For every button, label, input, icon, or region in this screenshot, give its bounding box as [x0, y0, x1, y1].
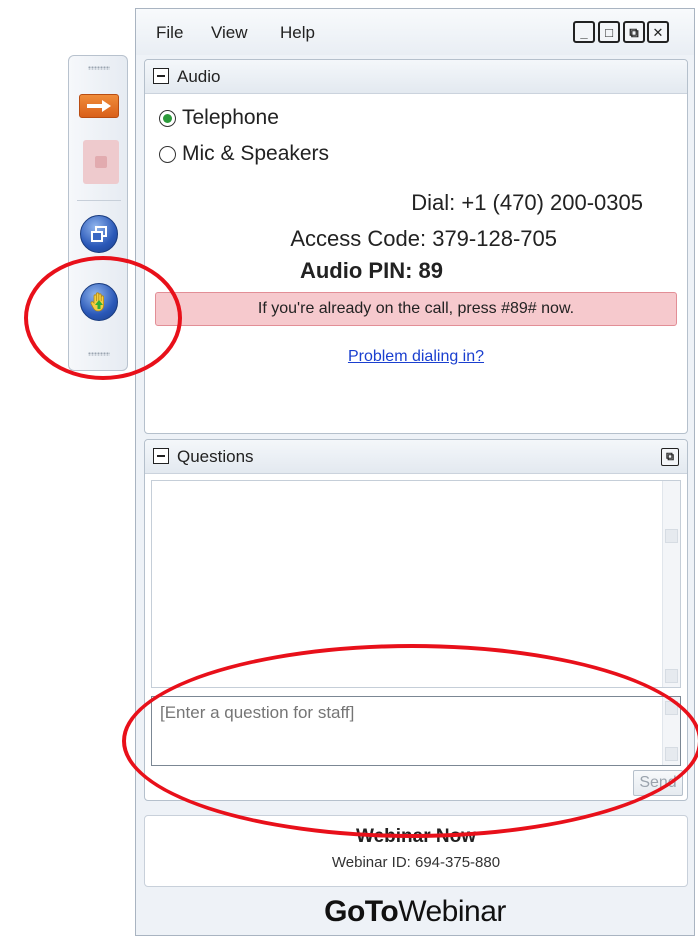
mute-button[interactable]: [83, 140, 119, 184]
minimize-icon: _: [580, 24, 588, 40]
problem-dialing-link[interactable]: Problem dialing in?: [145, 348, 687, 366]
webinar-id: Webinar ID: 694-375-880: [331, 854, 501, 871]
screen-view-button[interactable]: [80, 215, 118, 253]
strip-divider: [77, 200, 121, 201]
questions-collapse-button[interactable]: [153, 448, 169, 464]
scroll-down-arrow[interactable]: [665, 669, 678, 683]
show-hide-panel-button[interactable]: [79, 94, 119, 118]
telephone-label: Telephone: [182, 106, 279, 129]
popout-button[interactable]: ⧉: [661, 448, 679, 466]
popout-icon: ⧉: [666, 450, 674, 463]
gotowebinar-logo: GoToWebinar: [136, 895, 694, 935]
annotation-ellipse-raise-hand: [24, 256, 182, 380]
menu-bar: File View Help _ □ ⧉ ✕: [136, 9, 694, 55]
logo-bold: GoTo: [324, 895, 399, 928]
maximize-icon: □: [605, 24, 613, 40]
menu-view[interactable]: View: [211, 23, 248, 43]
menu-file[interactable]: File: [156, 23, 183, 43]
mic-speakers-label: Mic & Speakers: [182, 142, 330, 165]
maximize-button[interactable]: □: [598, 21, 620, 43]
questions-section-header: Questions ⧉: [145, 440, 687, 474]
minimize-button[interactable]: _: [573, 21, 595, 43]
dial-number: Dial: +1 (470) 200-0305: [411, 190, 643, 215]
radio-unselected-icon[interactable]: [159, 145, 176, 163]
arrow-right-icon: [87, 100, 111, 112]
audio-section: Audio Telephone Mic & Speakers Dial: +1 …: [144, 59, 688, 434]
windows-overlap-icon: [91, 226, 107, 242]
questions-section-title: Questions: [177, 447, 254, 466]
mute-icon: [95, 156, 107, 168]
audio-collapse-button[interactable]: [153, 68, 169, 84]
restore-icon: ⧉: [629, 24, 639, 40]
access-code: Access Code: 379-128-705: [290, 226, 557, 251]
minus-icon: [157, 75, 165, 77]
scroll-up-arrow[interactable]: [665, 529, 678, 543]
close-icon: ✕: [652, 24, 664, 40]
mic-speakers-radio[interactable]: Mic & Speakers: [159, 142, 329, 166]
menu-help[interactable]: Help: [280, 23, 315, 43]
telephone-radio[interactable]: Telephone: [159, 106, 279, 130]
radio-selected-icon[interactable]: [159, 109, 176, 127]
restore-button[interactable]: ⧉: [623, 21, 645, 43]
minus-icon: [157, 455, 165, 457]
logo-light: Webinar: [398, 895, 506, 928]
audio-pin: Audio PIN: 89: [299, 258, 443, 283]
call-notice-banner: If you're already on the call, press #89…: [155, 292, 677, 326]
gotowebinar-control-panel: File View Help _ □ ⧉ ✕ Audio Telephone M…: [0, 0, 698, 939]
annotation-ellipse-question-box: [122, 644, 698, 838]
audio-section-title: Audio: [177, 67, 221, 86]
audio-section-header: Audio: [145, 60, 687, 94]
close-button[interactable]: ✕: [647, 21, 669, 43]
questions-log-scrollbar[interactable]: [662, 481, 680, 687]
strip-top-grip[interactable]: [88, 66, 110, 70]
